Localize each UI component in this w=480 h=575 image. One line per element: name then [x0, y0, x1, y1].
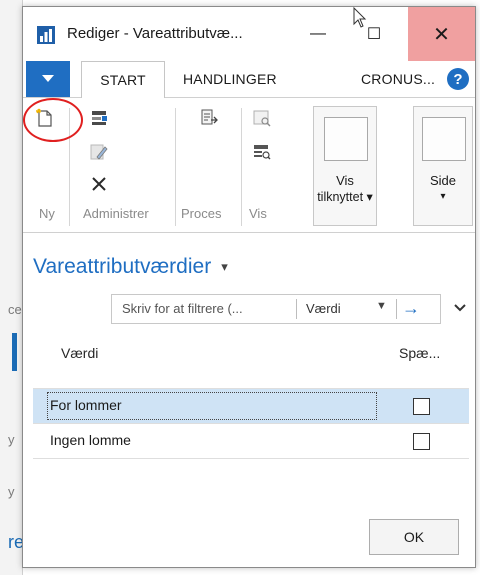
page-title-caret-icon[interactable]: ▾	[221, 259, 228, 274]
close-button[interactable]: ✕	[408, 7, 475, 61]
filter-field-dropdown-icon[interactable]: ▼	[376, 300, 387, 312]
go-arrow-icon[interactable]: →	[402, 298, 420, 319]
group-label-administrer: Administrer	[83, 206, 149, 221]
filter-bar: Skriv for at filtrere (... Værdi ▼ →	[111, 294, 441, 324]
ribbon-tab-row: START HANDLINGER CRONUS... ?	[23, 61, 475, 98]
delete-icon[interactable]	[89, 174, 109, 194]
title-bar[interactable]: Rediger - Vareattributvæ... — ☐ ✕	[23, 7, 475, 61]
group-label-ny: Ny	[39, 206, 55, 221]
show-attached-label: Vis	[336, 173, 354, 188]
page-title: Vareattributværdier ▾	[33, 255, 228, 279]
dropdown-triangle-icon	[42, 75, 54, 82]
table-row[interactable]: For lommer	[33, 389, 469, 423]
group-separator	[241, 108, 242, 226]
view-icon[interactable]	[252, 108, 272, 128]
background-window: ce y y re	[0, 0, 24, 575]
blocked-checkbox[interactable]	[413, 398, 430, 415]
page-title-text: Vareattributværdier	[33, 255, 212, 278]
tab-cronus[interactable]: CRONUS...	[361, 71, 435, 87]
row-value[interactable]: Ingen lomme	[50, 432, 131, 448]
help-icon[interactable]: ?	[447, 68, 469, 90]
filter-field-select[interactable]: Værdi	[306, 301, 341, 316]
background-text: y	[8, 484, 15, 499]
page-tile-icon	[422, 117, 466, 161]
group-label-proces: Proces	[181, 206, 222, 221]
edit-dialog: Rediger - Vareattributvæ... — ☐ ✕ START …	[22, 6, 476, 568]
table-row[interactable]: Ingen lomme	[33, 424, 469, 458]
show-attached-tile-icon	[324, 117, 368, 161]
ok-button[interactable]: OK	[369, 519, 459, 555]
edit-icon[interactable]	[89, 142, 109, 162]
background-text: y	[8, 432, 15, 447]
chevron-down-icon[interactable]	[453, 301, 467, 315]
blocked-checkbox[interactable]	[413, 433, 430, 450]
tab-start[interactable]: START	[81, 61, 165, 98]
column-header-value[interactable]: Værdi	[61, 345, 98, 361]
filter-input[interactable]: Skriv for at filtrere (...	[122, 301, 243, 316]
app-icon	[37, 26, 55, 44]
window-title: Rediger - Vareattributvæ...	[67, 25, 243, 42]
page-label: Side	[429, 173, 457, 188]
grid-line	[33, 458, 469, 459]
mouse-cursor-icon	[353, 7, 367, 28]
tab-start-label: START	[100, 72, 146, 88]
group-label-vis: Vis	[249, 206, 267, 221]
row-value[interactable]: For lommer	[50, 397, 122, 413]
tab-handlinger[interactable]: HANDLINGER	[183, 71, 277, 87]
view-list-icon[interactable]	[252, 142, 272, 162]
minimize-button[interactable]: —	[295, 7, 341, 61]
process-icon[interactable]	[199, 108, 219, 128]
application-menu-button[interactable]	[26, 61, 70, 97]
page-label-caret: ▾	[440, 191, 446, 202]
page-button[interactable]: Side ▾	[413, 106, 473, 226]
filter-separator	[296, 299, 297, 319]
show-attached-label-2: tilknyttet ▾	[317, 190, 373, 204]
background-text: ce	[8, 302, 22, 317]
filter-separator	[396, 299, 397, 319]
show-attached-button[interactable]: Vis tilknyttet ▾	[313, 106, 377, 226]
column-header-blocked[interactable]: Spæ...	[399, 345, 440, 361]
edit-list-icon[interactable]	[89, 108, 109, 128]
background-selection-bar	[12, 333, 17, 371]
group-separator	[175, 108, 176, 226]
ribbon: Ny Administrer Proces Vis Vis tilknyttet…	[23, 98, 475, 233]
highlight-annotation	[23, 98, 83, 142]
